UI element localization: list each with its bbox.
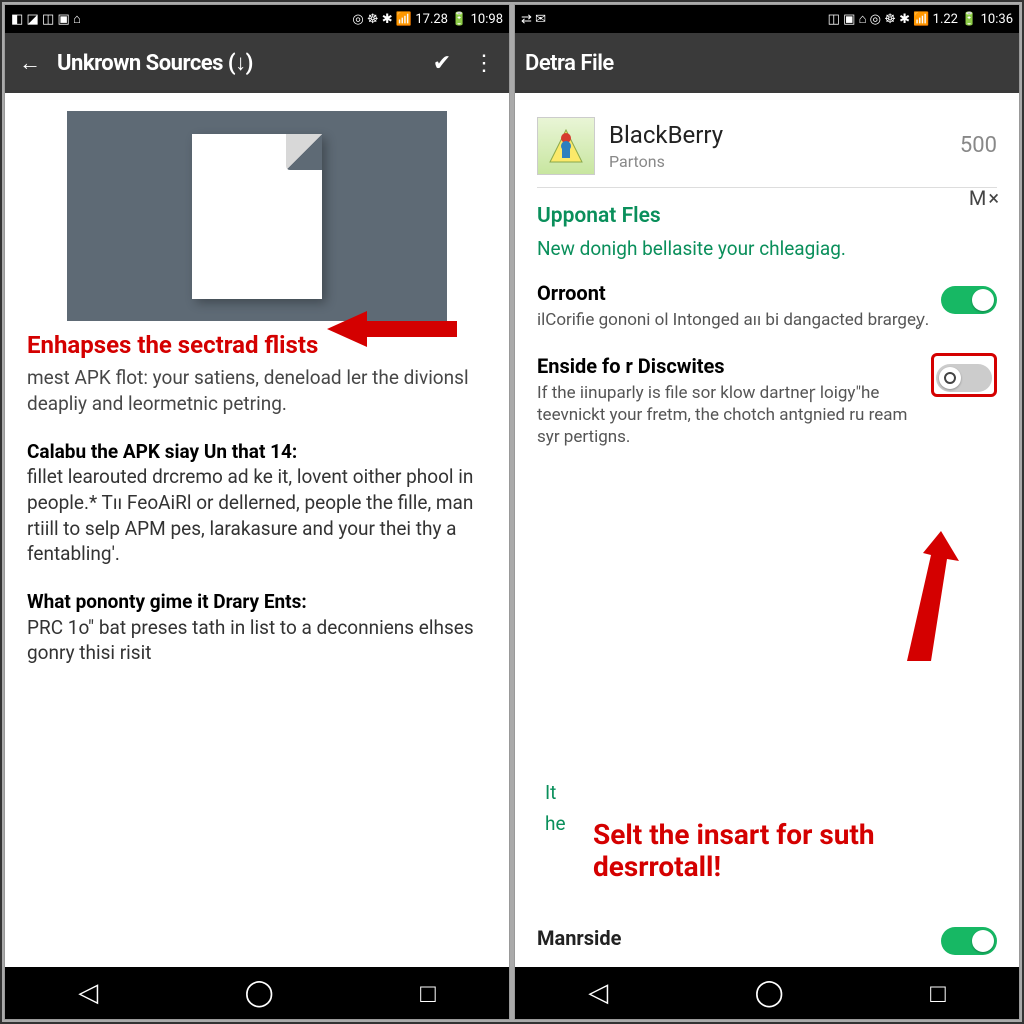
setting-title: Enside fo r Discwites [537,353,921,380]
app-count: 500 [960,131,997,161]
nav-home-icon[interactable]: ◯ [755,978,784,1008]
back-icon[interactable]: ← [15,50,45,76]
paragraph-2-body: fillet learouted drcremo ad ke it, loven… [27,465,473,565]
setting-orroont: Orroont ilCorifie gononi ol Intonged aıı… [537,280,997,331]
paragraph-3: What pononty gime it Drary Ents: PRC 1o"… [27,589,487,666]
setting-title: Orroont [537,280,931,307]
app-bar: ← Unkrown Sources (↓) ✔ ⋮ [5,33,509,93]
nav-back-icon[interactable]: ◁ [78,978,98,1008]
mx-label: M× [969,185,1001,212]
setting-enside: Enside fo r Discwites If the iinuparly i… [537,353,997,448]
app-name: BlackBerry [609,119,723,151]
nav-recent-icon[interactable]: □ [420,978,436,1009]
section-subtitle: New donigh bellasite your chleagiag. [537,236,997,262]
status-right-icons: ◎ ☸ ✱ 📶 17.28 🔋 10:98 [352,12,503,27]
highlight-box [931,353,997,397]
file-preview-card[interactable] [67,111,447,321]
toggle-enside[interactable] [936,364,992,392]
arrow-icon [883,531,963,671]
phone-left: ◧ ◪ ◫ ▣ ⌂ ◎ ☸ ✱ 📶 17.28 🔋 10:98 ← Unkrow… [4,4,510,1020]
content-area: Enhapses the sectrad flists mest APK flo… [5,93,509,967]
setting-title: Manrside [537,925,621,952]
nav-back-icon[interactable]: ◁ [588,978,608,1008]
app-icon [537,117,595,175]
status-left-icons: ◧ ◪ ◫ ▣ ⌂ [11,11,81,27]
nav-recent-icon[interactable]: □ [930,978,946,1009]
setting-desc: If the iinuparly is file sor klow dartne… [537,382,921,448]
toggle-manrside[interactable] [941,927,997,955]
nav-home-icon[interactable]: ◯ [245,978,274,1008]
setting-manrside: Manrside [537,921,997,955]
status-right-icons: ◫ ▣ ⌂ ◎ ☸ ✱ 📶 1.22 🔋 10:36 [828,11,1013,27]
app-text: BlackBerry Partons [609,119,723,173]
check-icon[interactable]: ✔ [427,51,457,76]
callout-text: Selt the insart for suth desrrotall! [593,819,993,883]
appbar-title: Unkrown Sources (↓) [57,50,415,76]
paragraph-3-title: What pononty gime it Drary Ents: [27,590,307,613]
appbar-title: Detra File [525,51,1009,76]
overflow-icon[interactable]: ⋮ [469,51,499,76]
file-page-icon [192,134,322,299]
status-bar: ⇄ ✉ ◫ ▣ ⌂ ◎ ☸ ✱ 📶 1.22 🔋 10:36 [515,5,1019,33]
nav-bar: ◁ ◯ □ [515,967,1019,1019]
status-left-icons: ⇄ ✉ [521,12,546,27]
arrow-icon [327,309,457,361]
section-title: Upponat Fles [537,202,997,230]
green-fragment: Ithe [545,778,566,839]
app-row[interactable]: BlackBerry Partons 500 [537,111,997,188]
status-bar: ◧ ◪ ◫ ▣ ⌂ ◎ ☸ ✱ 📶 17.28 🔋 10:98 [5,5,509,33]
app-subtitle: Partons [609,151,723,173]
paragraph-2: Calabu the APK siay Un that 14: fillet l… [27,439,487,567]
toggle-orroont[interactable] [941,286,997,314]
nav-bar: ◁ ◯ □ [5,967,509,1019]
paragraph-2-title: Calabu the APK siay Un that 14: [27,440,297,463]
content-area: M× BlackBerry Partons 500 Upponat Fles N… [515,93,1019,967]
paragraph-1: mest APK flot: your satiens, deneload le… [27,365,487,416]
paragraph-3-body: PRC 1o" bat preses tath in list to a dec… [27,616,474,665]
app-bar: Detra File [515,33,1019,93]
phone-right: ⇄ ✉ ◫ ▣ ⌂ ◎ ☸ ✱ 📶 1.22 🔋 10:36 Detra Fil… [514,4,1020,1020]
setting-desc: ilCorifie gononi ol Intonged aıı bi dang… [537,309,931,331]
